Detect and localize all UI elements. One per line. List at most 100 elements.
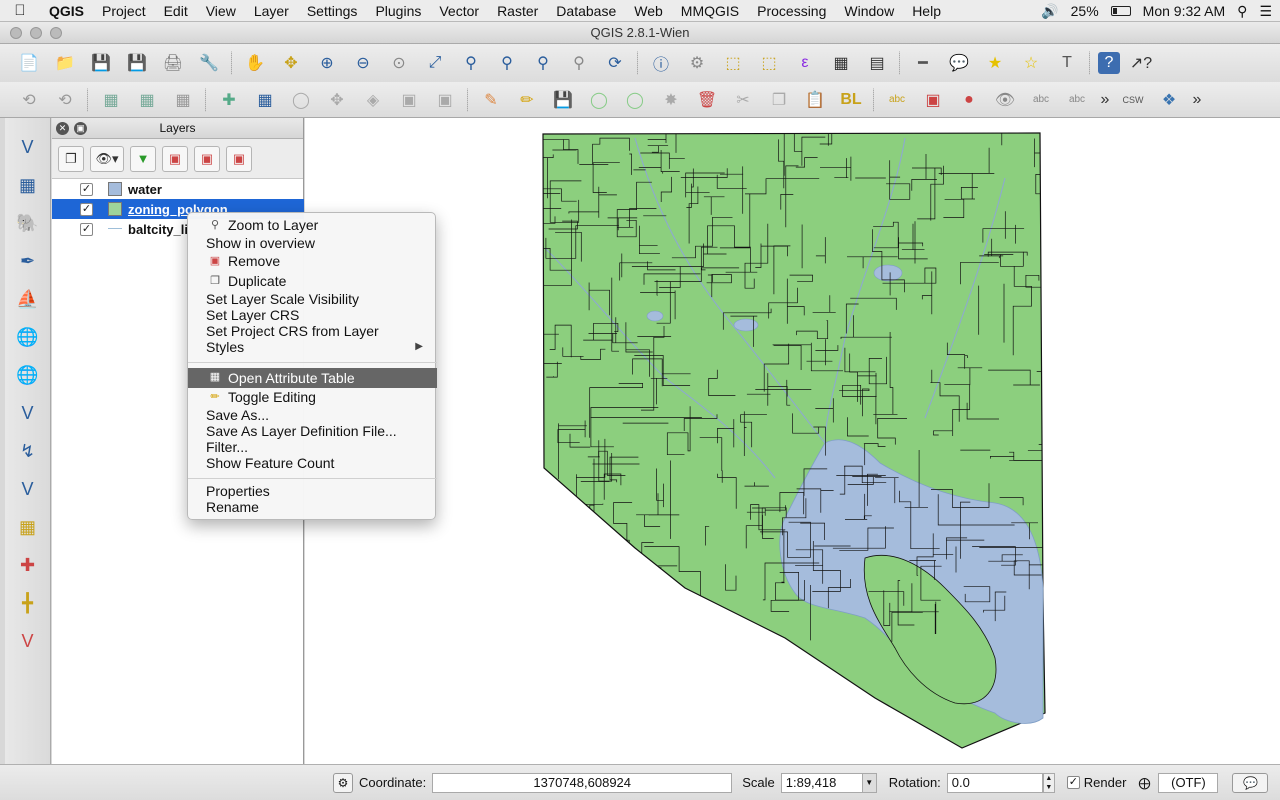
merge-icon[interactable]: ▣ [430,86,460,114]
open-project-icon[interactable]: 📁 [50,49,80,77]
menu-plugins[interactable]: Plugins [366,3,430,19]
layer-visibility-checkbox[interactable]: ✓ [80,182,93,196]
menu-item-styles[interactable]: Styles ▶ [188,338,437,356]
notification-center-icon[interactable]: ☰ [1259,3,1272,20]
new-spatialite-icon[interactable]: ▦ [132,86,162,114]
add-wcs-layer-icon[interactable]: 🌐 [12,359,44,391]
battery-icon[interactable] [1110,6,1131,16]
filter-legend-icon[interactable]: ▼ [130,145,156,172]
virtual-layer-icon[interactable]: ▦ [12,511,44,543]
layer-name[interactable]: water [128,182,162,197]
zoom-next-icon[interactable]: ⚲ [564,49,594,77]
save-project-icon[interactable]: 💾 [86,49,116,77]
add-wms-layer-icon[interactable]: 🌐 [12,321,44,353]
pan-to-selection-icon[interactable]: ✥ [276,49,306,77]
volume-icon[interactable]: 🔊 [1041,3,1058,20]
layer-name[interactable]: baltcity_li [128,222,188,237]
bookmarks-icon[interactable]: ☆ [1016,49,1046,77]
add-mssql-layer-icon[interactable]: ⛵ [12,283,44,315]
new-project-icon[interactable]: 📄 [14,49,44,77]
expression-select-icon[interactable]: ε [790,49,820,77]
copy-icon[interactable]: ❐ [764,86,794,114]
expand-all-icon[interactable]: ▣ [162,145,188,172]
add-part-icon[interactable]: ◯ [620,86,650,114]
composer-manager-icon[interactable]: 🔧 [194,49,224,77]
label-show-icon[interactable]: ● [954,86,984,114]
message-log-icon[interactable]: 💬 [1232,772,1269,793]
minimize-window-button[interactable] [30,27,42,39]
zoom-last-icon[interactable]: ⚲ [528,49,558,77]
cut-icon[interactable]: ✂ [728,86,758,114]
crs-icon[interactable]: ⨁ [1134,773,1154,793]
node-tool-icon[interactable]: ◈ [358,86,388,114]
zoom-to-selection-icon[interactable]: ⚲ [456,49,486,77]
menu-item-open-attribute-table[interactable]: ▦ Open Attribute Table [188,368,437,388]
close-window-button[interactable] [10,27,22,39]
manage-visibility-icon[interactable]: 👁▾ [90,145,124,172]
collapse-all-icon[interactable]: ▣ [194,145,220,172]
render-checkbox[interactable]: ✓ [1066,776,1080,789]
menu-layer[interactable]: Layer [245,3,298,19]
crosshair-icon[interactable]: ✚ [12,549,44,581]
refresh-icon[interactable]: ⟳ [600,49,630,77]
label-change-icon[interactable]: abc [1062,86,1092,114]
apple-icon[interactable]:  [0,2,40,19]
layer-labeling-icon[interactable]: abc [882,86,912,114]
crs-status-button[interactable]: (OTF) [1158,772,1219,793]
csw-icon[interactable]: CSW [1118,86,1148,114]
add-raster-layer-icon[interactable]: ▦ [12,169,44,201]
zoom-actual-icon[interactable]: ⊙ [384,49,414,77]
label-pin-icon[interactable]: ▣ [918,86,948,114]
python-icon[interactable]: ❖ [1154,86,1184,114]
layer-visibility-checkbox[interactable]: ✓ [80,202,93,216]
draw-line-icon[interactable]: ✎ [476,86,506,114]
clock[interactable]: Mon 9:32 AM [1143,3,1226,19]
pan-icon[interactable]: ✋ [240,49,270,77]
attribute-table-icon[interactable]: ▦ [826,49,856,77]
toggle-editing-icon[interactable]: ⟲ [50,86,80,114]
add-vector-icon[interactable]: ✚ [214,86,244,114]
add-vector-layer-icon[interactable]: V [12,131,44,163]
overflow-icon[interactable]: » [1190,86,1204,114]
layer-row-water[interactable]: ✓ water [52,179,304,199]
add-raster-icon[interactable]: ▦ [250,86,280,114]
float-panel-icon[interactable]: ▣ [74,122,87,135]
add-spatialite-layer-icon[interactable]: ✒ [12,245,44,277]
menu-item-show-in-overview[interactable]: Show in overview [188,234,437,252]
paste-icon[interactable]: 📋 [800,86,830,114]
new-memory-layer-icon[interactable]: ▦ [168,86,198,114]
save-as-icon[interactable]: 💾 [122,49,152,77]
menu-item-toggle-editing[interactable]: ✏ Toggle Editing [188,388,437,406]
new-bookmark-icon[interactable]: ★ [980,49,1010,77]
gps-icon[interactable]: ╋ [12,587,44,619]
menu-item-duplicate[interactable]: ❐ Duplicate [188,272,437,290]
menu-processing[interactable]: Processing [748,3,835,19]
menu-item-rename[interactable]: Rename [188,498,437,516]
reshape-icon[interactable]: ✸ [656,86,686,114]
add-delimited-text-icon[interactable]: ↯ [12,435,44,467]
chevron-down-icon[interactable]: ▼ [861,773,876,792]
label-move-icon[interactable]: 👁 [990,86,1020,114]
new-print-composer-icon[interactable]: 🖨 [158,49,188,77]
pencil-icon[interactable]: ✏ [512,86,542,114]
add-wfs-layer-icon[interactable]: V [12,397,44,429]
move-feature-icon[interactable]: ✥ [322,86,352,114]
add-group-icon[interactable]: ❐ [58,145,84,172]
split-icon[interactable]: ▣ [394,86,424,114]
zoom-to-layer-icon[interactable]: ⚲ [492,49,522,77]
zoom-window-button[interactable] [50,27,62,39]
label-rotate-icon[interactable]: abc [1026,86,1056,114]
layer-visibility-checkbox[interactable]: ✓ [80,222,93,236]
menu-view[interactable]: View [197,3,245,19]
map-tips-icon[interactable]: 💬 [944,49,974,77]
messages-icon[interactable]: ⚙ [333,772,353,793]
menu-settings[interactable]: Settings [298,3,367,19]
select-icon[interactable]: ⬚ [718,49,748,77]
new-layer-icon[interactable]: V [12,473,44,505]
delete-selected-icon[interactable]: 🗑 [692,86,722,114]
menu-item-show-feature-count[interactable]: Show Feature Count [188,454,437,472]
map-canvas[interactable] [305,118,1280,764]
menu-mmqgis[interactable]: MMQGIS [672,3,748,19]
help-icon[interactable]: ? [1098,52,1120,74]
menu-project[interactable]: Project [93,3,155,19]
